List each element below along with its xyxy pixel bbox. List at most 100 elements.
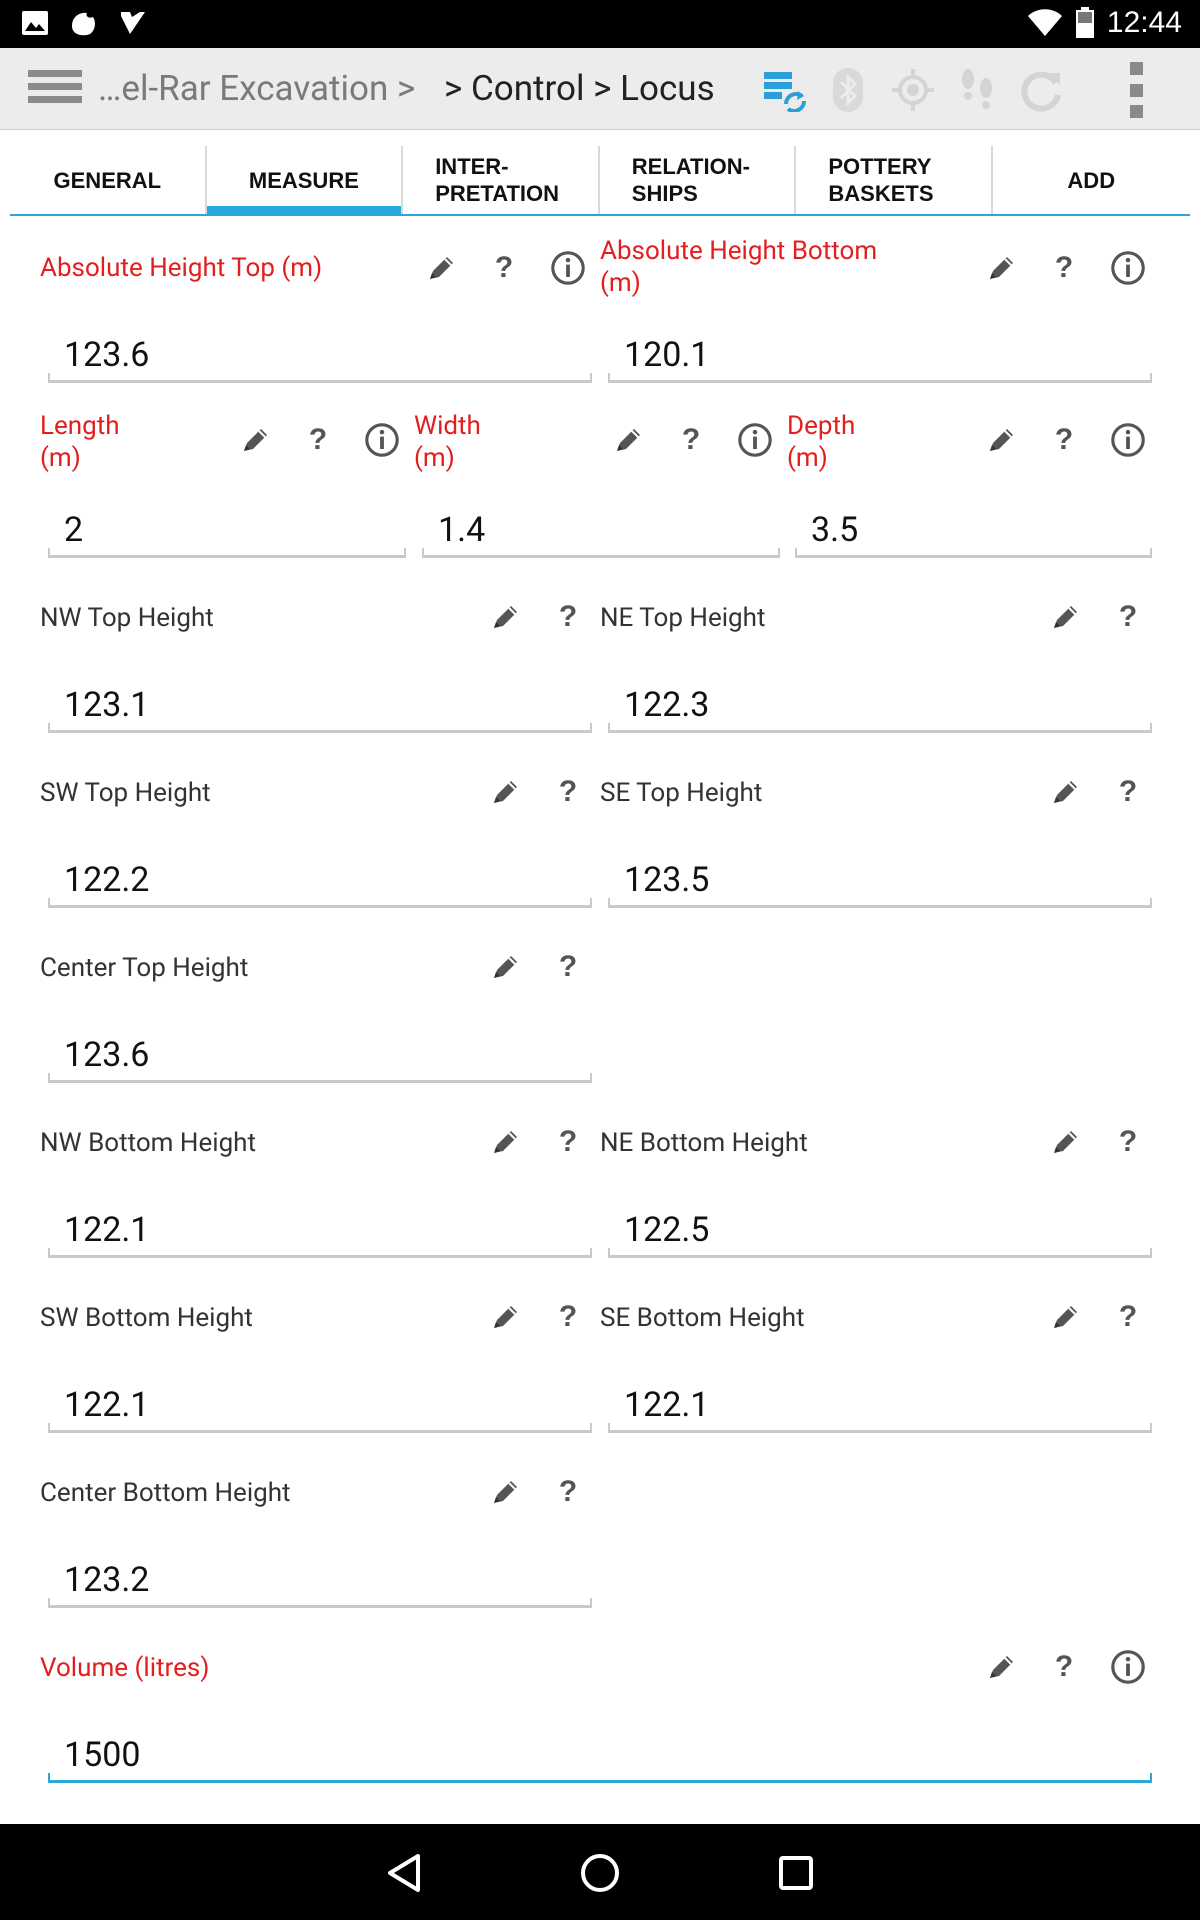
field-value: 1.4 <box>438 510 486 550</box>
se-bottom-height-field[interactable]: 122.1 <box>608 1385 1152 1433</box>
ne-bottom-height-label: NE Bottom Height <box>600 1128 808 1158</box>
tab-relationships[interactable]: RELATION- SHIPS <box>600 146 797 214</box>
image-notification-icon <box>22 11 48 35</box>
help-icon[interactable]: ? <box>484 248 524 288</box>
volume-field[interactable]: 1500 <box>48 1735 1152 1783</box>
help-icon[interactable]: ? <box>1044 248 1084 288</box>
center-top-height-field[interactable]: 123.6 <box>48 1035 592 1083</box>
tab-general[interactable]: GENERAL <box>10 146 207 214</box>
field-value: 1500 <box>64 1735 141 1775</box>
center-bottom-height-field[interactable]: 123.2 <box>48 1560 592 1608</box>
info-icon[interactable] <box>1108 248 1148 288</box>
length-label: Length (m) <box>40 411 120 473</box>
help-icon[interactable]: ? <box>1108 597 1148 637</box>
pencil-icon[interactable] <box>484 597 524 637</box>
field-value: 3.5 <box>811 510 859 550</box>
pencil-icon[interactable] <box>484 772 524 812</box>
pencil-icon[interactable] <box>980 1647 1020 1687</box>
pencil-icon[interactable] <box>420 248 460 288</box>
app-notification-icon <box>72 12 95 36</box>
se-top-height-field[interactable]: 123.5 <box>608 860 1152 908</box>
action-bar: …el-Rar Excavation > > Control > Locus <box>0 48 1200 130</box>
info-icon[interactable] <box>735 420 775 460</box>
refresh-icon[interactable] <box>1018 67 1064 113</box>
tab-label: POTTERY BASKETS <box>828 154 934 206</box>
length-field[interactable]: 2 <box>48 510 406 558</box>
recents-icon[interactable] <box>776 1852 816 1894</box>
help-icon[interactable]: ? <box>1044 420 1084 460</box>
nw-top-height-field[interactable]: 123.1 <box>48 685 592 733</box>
sw-bottom-height-field[interactable]: 122.1 <box>48 1385 592 1433</box>
help-icon[interactable]: ? <box>671 420 711 460</box>
info-icon[interactable] <box>548 248 588 288</box>
field-value: 123.2 <box>64 1560 150 1600</box>
bluetooth-icon[interactable] <box>826 66 870 114</box>
help-icon[interactable]: ? <box>548 1122 588 1162</box>
help-icon[interactable]: ? <box>548 947 588 987</box>
width-field[interactable]: 1.4 <box>422 510 780 558</box>
field-value: 123.5 <box>624 860 710 900</box>
help-icon[interactable]: ? <box>548 1472 588 1512</box>
pencil-icon[interactable] <box>980 420 1020 460</box>
info-icon[interactable] <box>362 420 402 460</box>
breadcrumb-parent[interactable]: …el-Rar Excavation > <box>98 68 415 109</box>
sync-database-icon[interactable] <box>762 68 806 112</box>
field-value: 122.1 <box>64 1385 150 1425</box>
help-icon[interactable]: ? <box>548 597 588 637</box>
tab-label: GENERAL <box>53 167 162 193</box>
pencil-icon[interactable] <box>484 1122 524 1162</box>
abs-height-bottom-field[interactable]: 120.1 <box>608 335 1152 383</box>
depth-field[interactable]: 3.5 <box>795 510 1152 558</box>
help-icon[interactable]: ? <box>1108 772 1148 812</box>
tab-interpretation[interactable]: INTER- PRETATION <box>403 146 600 214</box>
depth-label: Depth (m) <box>787 411 856 473</box>
pencil-icon[interactable] <box>1044 772 1084 812</box>
pencil-icon[interactable] <box>1044 1122 1084 1162</box>
nw-bottom-height-field[interactable]: 122.1 <box>48 1210 592 1258</box>
tab-label: INTER- PRETATION <box>435 154 560 206</box>
field-value: 122.1 <box>64 1210 150 1250</box>
pencil-icon[interactable] <box>484 1472 524 1512</box>
abs-height-bottom-label: Absolute Height Bottom (m) <box>600 236 878 298</box>
info-icon[interactable] <box>1108 1647 1148 1687</box>
abs-height-top-field[interactable]: 123.6 <box>48 335 592 383</box>
pencil-icon[interactable] <box>234 420 274 460</box>
ne-top-height-label: NE Top Height <box>600 603 766 633</box>
hamburger-menu-icon[interactable] <box>28 70 82 110</box>
gps-icon[interactable] <box>890 67 936 113</box>
tab-pottery-baskets[interactable]: POTTERY BASKETS <box>796 146 993 214</box>
field-value: 123.6 <box>64 1035 150 1075</box>
clock: 12:44 <box>1106 6 1182 39</box>
help-icon[interactable]: ? <box>298 420 338 460</box>
nw-top-height-label: NW Top Height <box>40 603 214 633</box>
tab-label: MEASURE <box>248 167 359 193</box>
help-icon[interactable]: ? <box>1108 1122 1148 1162</box>
se-top-height-label: SE Top Height <box>600 778 763 808</box>
pencil-icon[interactable] <box>1044 1297 1084 1337</box>
ne-top-height-field[interactable]: 122.3 <box>608 685 1152 733</box>
field-value: 123.6 <box>64 335 150 375</box>
pencil-icon[interactable] <box>1044 597 1084 637</box>
pencil-icon[interactable] <box>980 248 1020 288</box>
help-icon[interactable]: ? <box>548 772 588 812</box>
pencil-icon[interactable] <box>484 947 524 987</box>
help-icon[interactable]: ? <box>1044 1647 1084 1687</box>
field-value: 122.2 <box>64 860 150 900</box>
help-icon[interactable]: ? <box>1108 1297 1148 1337</box>
field-value: 2 <box>64 510 84 550</box>
info-icon[interactable] <box>1108 420 1148 460</box>
home-icon[interactable] <box>580 1852 620 1894</box>
overflow-menu-icon[interactable] <box>1124 62 1148 118</box>
tab-add[interactable]: ADD <box>993 146 1190 214</box>
footprints-icon[interactable] <box>956 66 998 114</box>
pencil-icon[interactable] <box>484 1297 524 1337</box>
field-value: 122.5 <box>624 1210 710 1250</box>
sw-bottom-height-label: SW Bottom Height <box>40 1303 253 1333</box>
tab-measure[interactable]: MEASURE <box>206 146 404 216</box>
help-icon[interactable]: ? <box>548 1297 588 1337</box>
pencil-icon[interactable] <box>607 420 647 460</box>
battery-icon <box>1075 7 1094 38</box>
back-icon[interactable] <box>384 1852 424 1894</box>
ne-bottom-height-field[interactable]: 122.5 <box>608 1210 1152 1258</box>
sw-top-height-field[interactable]: 122.2 <box>48 860 592 908</box>
